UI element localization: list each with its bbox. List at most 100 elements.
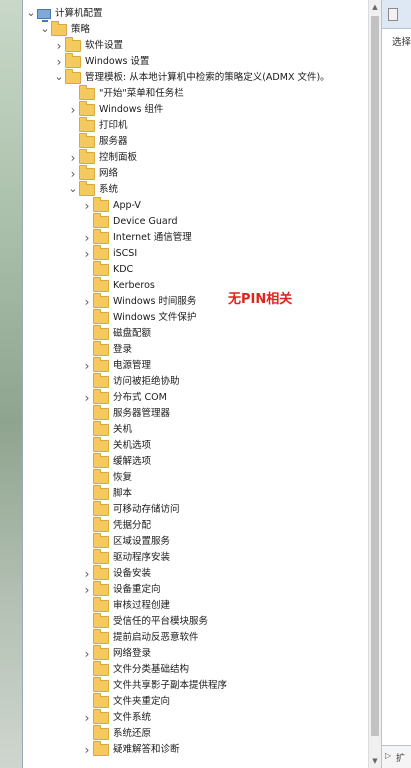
tree-item[interactable]: ⌄ 系统: [23, 180, 369, 198]
expanded-chevron-icon[interactable]: ⌄: [25, 4, 37, 20]
tree-item[interactable]: 登录: [23, 341, 369, 358]
tree-item[interactable]: 访问被拒绝协助: [23, 373, 369, 390]
scroll-down-arrow-icon[interactable]: ▼: [369, 754, 381, 768]
details-header: [382, 0, 411, 29]
tree-item-label: 关机选项: [113, 440, 152, 451]
tree-item[interactable]: Windows 文件保护: [23, 309, 369, 326]
tree-item-label: "开始"菜单和任务栏: [99, 88, 184, 99]
tab-scroll-left-icon[interactable]: ▷: [385, 751, 391, 760]
scroll-thumb[interactable]: [371, 16, 379, 736]
folder-icon: [93, 373, 109, 388]
tree-item-label: 系统: [99, 184, 119, 195]
tree-item[interactable]: 文件分类基础结构: [23, 661, 369, 678]
tree-item[interactable]: › Windows 组件: [23, 101, 369, 118]
collapsed-chevron-icon[interactable]: ›: [81, 358, 93, 374]
tree-item[interactable]: 文件夹重定向: [23, 693, 369, 710]
annotation-text: 无PIN相关: [228, 292, 293, 307]
collapsed-chevron-icon[interactable]: ›: [81, 646, 93, 662]
tree-item-label: Windows 设置: [85, 56, 150, 67]
tree-item-label: 受信任的平台模块服务: [113, 616, 209, 627]
folder-icon: [93, 389, 109, 404]
tree-item[interactable]: › 分布式 COM: [23, 389, 369, 406]
tree-item[interactable]: 服务器: [23, 133, 369, 150]
tree-scrollbar[interactable]: ▲ ▼: [368, 0, 381, 768]
collapsed-chevron-icon[interactable]: ›: [81, 294, 93, 310]
tree-item[interactable]: › 文件系统: [23, 709, 369, 726]
tree-item[interactable]: 审核过程创建: [23, 597, 369, 614]
tree-item[interactable]: 区域设置服务: [23, 533, 369, 550]
expanded-chevron-icon[interactable]: ⌄: [67, 180, 79, 196]
tree-item[interactable]: › Windows 设置: [23, 53, 369, 70]
document-icon: [388, 8, 398, 21]
tree-item-label: 服务器管理器: [113, 408, 171, 419]
folder-icon: [93, 341, 109, 356]
tree-item[interactable]: › 设备安装: [23, 565, 369, 582]
folder-icon: [93, 597, 109, 612]
tree-item[interactable]: 磁盘配额: [23, 325, 369, 342]
tree-item[interactable]: 打印机: [23, 117, 369, 134]
tree-item[interactable]: "开始"菜单和任务栏: [23, 85, 369, 102]
tree-item-label: 恢复: [113, 472, 133, 483]
folder-icon: [93, 709, 109, 724]
tree-item[interactable]: 缓解选项: [23, 453, 369, 470]
tree-item[interactable]: › 控制面板: [23, 149, 369, 166]
tree-item[interactable]: 关机: [23, 421, 369, 438]
folder-icon: [79, 117, 95, 132]
tree-item-label: 网络登录: [113, 648, 152, 659]
folder-icon: [93, 469, 109, 484]
tree-item[interactable]: 系统还原: [23, 725, 369, 742]
tree-item[interactable]: KDC: [23, 261, 369, 278]
tree-item[interactable]: 服务器管理器: [23, 405, 369, 422]
tree-item[interactable]: › 电源管理: [23, 357, 369, 374]
tree-item[interactable]: Kerberos: [23, 277, 369, 294]
tree-item[interactable]: 关机选项: [23, 437, 369, 454]
scroll-up-arrow-icon[interactable]: ▲: [369, 0, 381, 14]
tree-item-label: 电源管理: [113, 360, 152, 371]
tree-item-label: 管理模板: 从本地计算机中检索的策略定义(ADMX 文件)。: [85, 72, 330, 83]
expanded-chevron-icon[interactable]: ⌄: [53, 68, 65, 84]
tab-extended[interactable]: 扩: [396, 751, 405, 764]
tree-item[interactable]: › 网络登录: [23, 645, 369, 662]
tree-item[interactable]: › 疑难解答和诊断: [23, 741, 369, 758]
tree-item[interactable]: 提前启动反恶意软件: [23, 629, 369, 646]
tree-item-label: Windows 时间服务: [113, 296, 197, 307]
collapsed-chevron-icon[interactable]: ›: [81, 742, 93, 758]
folder-icon: [93, 229, 109, 244]
tree-item[interactable]: ⌄ 策略: [23, 20, 369, 38]
tree-item[interactable]: › Internet 通信管理: [23, 229, 369, 246]
tree-item[interactable]: 可移动存储访问: [23, 501, 369, 518]
tree-item[interactable]: ⌄ 计算机配置: [23, 6, 369, 22]
tree-item[interactable]: 凭据分配: [23, 517, 369, 534]
tree-item-label: 服务器: [99, 136, 128, 147]
tree-item-label: 设备重定向: [113, 584, 161, 595]
collapsed-chevron-icon[interactable]: ›: [81, 710, 93, 726]
collapsed-chevron-icon[interactable]: ›: [81, 582, 93, 598]
tree-item[interactable]: 恢复: [23, 469, 369, 486]
tree-item-label: 软件设置: [85, 40, 124, 51]
tree-item[interactable]: › App-V: [23, 197, 369, 214]
tree-item[interactable]: › iSCSI: [23, 245, 369, 262]
tree-item[interactable]: 脚本: [23, 485, 369, 502]
collapsed-chevron-icon[interactable]: ›: [81, 198, 93, 214]
tree-item[interactable]: 受信任的平台模块服务: [23, 613, 369, 630]
tree-item-label: Device Guard: [113, 216, 178, 227]
folder-icon: [65, 69, 81, 84]
collapsed-chevron-icon[interactable]: ›: [53, 38, 65, 54]
tree-item[interactable]: › 软件设置: [23, 37, 369, 54]
tree-item[interactable]: ⌄ 管理模板: 从本地计算机中检索的策略定义(ADMX 文件)。: [23, 68, 369, 86]
collapsed-chevron-icon[interactable]: ›: [67, 102, 79, 118]
collapsed-chevron-icon[interactable]: ›: [81, 390, 93, 406]
tree-item[interactable]: › 设备重定向: [23, 581, 369, 598]
folder-icon: [93, 501, 109, 516]
collapsed-chevron-icon[interactable]: ›: [81, 230, 93, 246]
collapsed-chevron-icon[interactable]: ›: [67, 150, 79, 166]
collapsed-chevron-icon[interactable]: ›: [81, 246, 93, 262]
tree-item-label: 提前启动反恶意软件: [113, 632, 199, 643]
tree-item[interactable]: Device Guard: [23, 213, 369, 230]
expanded-chevron-icon[interactable]: ⌄: [39, 20, 51, 36]
collapsed-chevron-icon[interactable]: ›: [81, 566, 93, 582]
folder-icon: [79, 133, 95, 148]
tree-item[interactable]: 文件共享影子副本提供程序: [23, 677, 369, 694]
tree-item[interactable]: › Windows 时间服务: [23, 293, 369, 310]
tree-item[interactable]: 驱动程序安装: [23, 549, 369, 566]
